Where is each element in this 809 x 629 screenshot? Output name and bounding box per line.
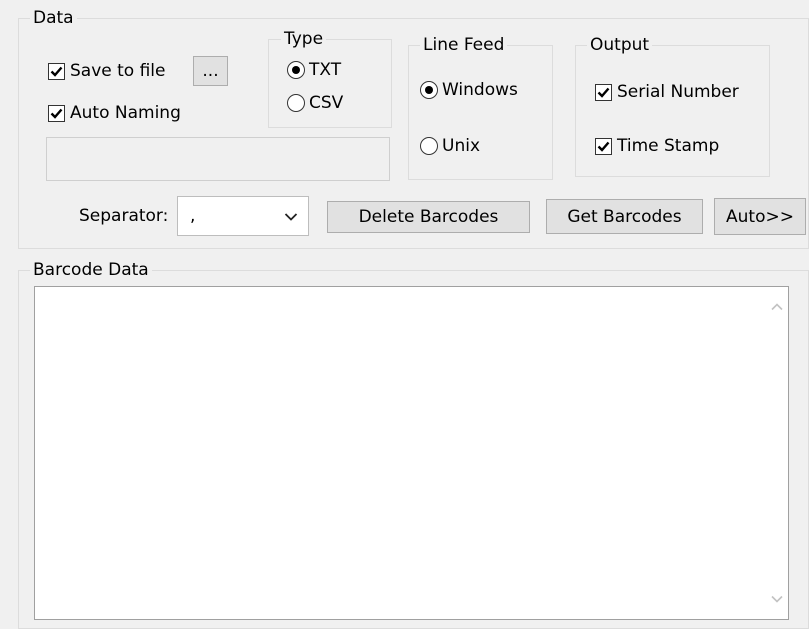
chevron-down-icon	[284, 213, 298, 221]
time-stamp-label: Time Stamp	[617, 136, 720, 156]
vertical-scrollbar[interactable]	[765, 288, 787, 618]
type-groupbox	[268, 39, 392, 128]
type-txt-label: TXT	[309, 60, 342, 80]
separator-value: ,	[190, 206, 196, 226]
serial-number-checkbox[interactable]: Serial Number	[595, 82, 739, 102]
type-csv-radio[interactable]: CSV	[287, 93, 343, 113]
barcode-data-group-title: Barcode Data	[30, 260, 152, 280]
checkbox-box	[48, 104, 65, 122]
browse-button[interactable]: ...	[193, 56, 228, 86]
checkbox-box	[595, 137, 612, 155]
checkbox-box	[595, 83, 612, 101]
checkbox-box	[48, 62, 65, 80]
line-feed-unix-radio[interactable]: Unix	[420, 136, 480, 156]
output-group-title: Output	[587, 35, 653, 55]
checkmark-icon	[597, 87, 610, 98]
radio-dot-icon	[425, 86, 433, 94]
scroll-down-arrow-icon[interactable]	[770, 594, 784, 604]
get-barcodes-button[interactable]: Get Barcodes	[546, 199, 703, 234]
delete-barcodes-button[interactable]: Delete Barcodes	[327, 201, 530, 233]
radio-circle	[287, 61, 305, 79]
type-csv-label: CSV	[309, 93, 344, 113]
save-to-file-label: Save to file	[70, 61, 166, 81]
radio-circle	[420, 137, 438, 155]
separator-dropdown[interactable]: ,	[177, 196, 309, 236]
line-feed-unix-label: Unix	[442, 136, 481, 156]
data-group-title: Data	[30, 8, 77, 28]
serial-number-label: Serial Number	[617, 82, 739, 102]
auto-button[interactable]: Auto>>	[714, 198, 806, 235]
checkmark-icon	[597, 141, 610, 152]
checkmark-icon	[50, 66, 63, 77]
line-feed-windows-radio[interactable]: Windows	[420, 80, 518, 100]
line-feed-windows-label: Windows	[442, 80, 518, 100]
radio-circle	[420, 81, 438, 99]
separator-label: Separator:	[79, 206, 169, 226]
type-group-title: Type	[281, 29, 327, 49]
save-to-file-checkbox[interactable]: Save to file	[48, 61, 166, 81]
line-feed-group-title: Line Feed	[420, 35, 508, 55]
file-path-field[interactable]	[46, 137, 390, 181]
barcode-data-textarea[interactable]	[34, 286, 789, 620]
time-stamp-checkbox[interactable]: Time Stamp	[595, 136, 719, 156]
auto-naming-label: Auto Naming	[70, 103, 181, 123]
auto-naming-checkbox[interactable]: Auto Naming	[48, 103, 181, 123]
radio-circle	[287, 94, 305, 112]
barcode-settings-panel: Data Save to file ... Auto Naming Type T…	[0, 0, 809, 629]
line-feed-groupbox	[408, 45, 553, 180]
type-txt-radio[interactable]: TXT	[287, 60, 341, 80]
radio-dot-icon	[292, 66, 300, 74]
scroll-up-arrow-icon[interactable]	[770, 302, 784, 312]
output-groupbox	[575, 45, 770, 177]
checkmark-icon	[50, 108, 63, 119]
